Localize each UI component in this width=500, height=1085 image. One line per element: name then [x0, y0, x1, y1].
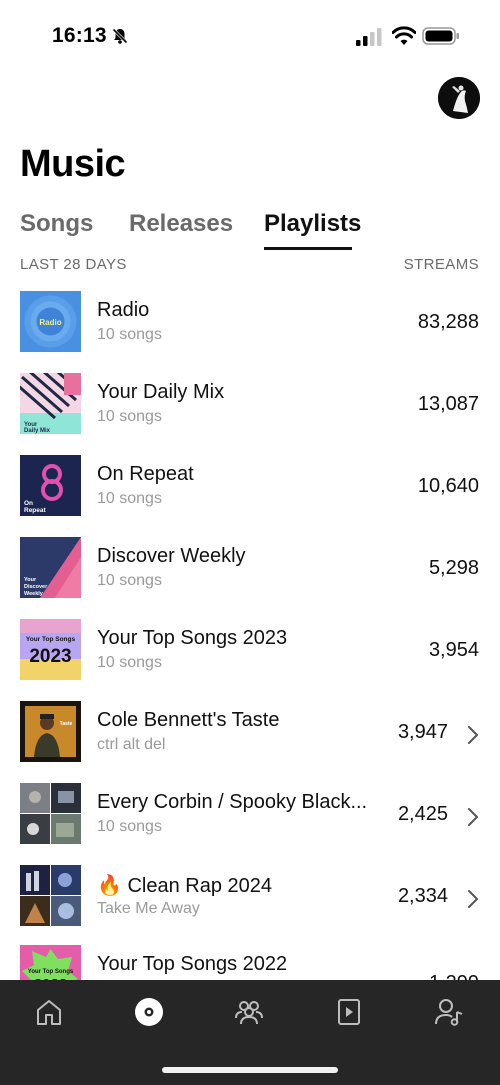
playlist-row[interactable]: 🔥 Clean Rap 2024 Take Me Away 2,334: [0, 862, 500, 928]
home-icon[interactable]: [33, 996, 65, 1028]
playlist-title: Radio: [97, 299, 150, 321]
chevron-right-icon[interactable]: [466, 725, 480, 745]
playlist-streams: 83,288: [417, 311, 479, 333]
artist-profile-icon[interactable]: [433, 996, 465, 1028]
playlist-cover: Your Top Songs 2023: [20, 619, 81, 680]
wifi-icon: [392, 26, 416, 45]
playlist-cover: Taste: [20, 701, 81, 762]
svg-text:Repeat: Repeat: [24, 507, 47, 514]
playlist-streams: 2,334: [397, 885, 448, 907]
chevron-right-icon[interactable]: [466, 807, 480, 827]
playlist-title: Discover Weekly: [97, 545, 246, 567]
playlist-streams: 3,947: [397, 721, 448, 743]
status-bar: 16:13: [0, 0, 500, 70]
svg-text:Weekly: Weekly: [24, 591, 44, 597]
active-tab-indicator: [264, 247, 352, 250]
page-title: Music: [20, 143, 126, 185]
tab-songs[interactable]: Songs: [20, 210, 93, 238]
playlist-row[interactable]: Your Daily Mix Your Daily Mix 10 songs 1…: [0, 370, 500, 436]
cover-label: Radio: [39, 318, 61, 327]
svg-text:Discover: Discover: [24, 584, 48, 590]
playlist-row[interactable]: On Repeat On Repeat 10 songs 10,640: [0, 452, 500, 518]
avatar-image: [438, 77, 480, 119]
svg-text:2023: 2023: [29, 646, 71, 667]
playlist-subtitle: 10 songs: [97, 818, 162, 835]
playlist-title: Your Daily Mix: [97, 381, 225, 403]
playlist-title: Your Top Songs 2023: [97, 627, 288, 649]
playlist-streams: 5,298: [428, 557, 479, 579]
playlist-cover: On Repeat: [20, 455, 81, 516]
profile-avatar[interactable]: [438, 77, 480, 119]
playlist-cover: [20, 865, 81, 926]
playlist-title: Your Top Songs 2022: [97, 953, 288, 975]
tab-playlists[interactable]: Playlists: [264, 210, 361, 238]
playlist-subtitle: 10 songs: [97, 408, 162, 425]
status-time: 16:13: [52, 24, 107, 47]
battery-icon: [422, 27, 459, 45]
video-play-icon[interactable]: [333, 996, 365, 1028]
bell-slash-icon: [112, 28, 128, 44]
svg-text:Your Top Songs: Your Top Songs: [28, 969, 74, 975]
svg-text:Your Top Songs: Your Top Songs: [26, 636, 76, 643]
playlist-subtitle: ctrl alt del: [97, 736, 166, 753]
chevron-right-icon[interactable]: [466, 889, 480, 909]
playlist-title: Every Corbin / Spooky Black...: [97, 791, 368, 813]
svg-text:Taste: Taste: [60, 721, 73, 727]
playlist-subtitle: 10 songs: [97, 490, 162, 507]
playlist-cover: Your Discover Weekly: [20, 537, 81, 598]
playlist-row[interactable]: Your Top Songs 2023 Your Top Songs 2023 …: [0, 616, 500, 682]
playlist-title: Cole Bennett's Taste: [97, 709, 280, 731]
playlist-subtitle: 10 songs: [97, 572, 162, 589]
bottom-tab-bar: [0, 980, 500, 1085]
streams-header: STREAMS: [403, 256, 479, 273]
playlist-title: On Repeat: [97, 463, 194, 485]
cellular-signal-icon: [356, 28, 382, 46]
tab-releases[interactable]: Releases: [129, 210, 233, 238]
playlist-streams: 2,425: [397, 803, 448, 825]
playlist-title: 🔥 Clean Rap 2024: [97, 875, 273, 897]
playlist-cover: [20, 783, 81, 844]
playlist-row[interactable]: Every Corbin / Spooky Black... 10 songs …: [0, 780, 500, 846]
playlist-row[interactable]: Taste Cole Bennett's Taste ctrl alt del …: [0, 698, 500, 764]
music-disc-icon[interactable]: [133, 996, 165, 1028]
playlist-streams: 13,087: [417, 393, 479, 415]
playlist-subtitle: Take Me Away: [97, 900, 200, 917]
svg-text:Daily Mix: Daily Mix: [24, 428, 51, 434]
audience-icon[interactable]: [233, 996, 265, 1028]
playlist-cover: Radio: [20, 291, 81, 352]
playlist-cover: Your Daily Mix: [20, 373, 81, 434]
playlist-row[interactable]: Radio Radio 10 songs 83,288: [0, 288, 500, 354]
playlist-subtitle: 10 songs: [97, 326, 162, 343]
home-indicator: [162, 1067, 338, 1073]
playlist-streams: 3,954: [428, 639, 479, 661]
svg-text:Your: Your: [24, 577, 37, 583]
playlist-streams: 10,640: [417, 475, 479, 497]
playlist-subtitle: 10 songs: [97, 654, 162, 671]
period-header: LAST 28 DAYS: [20, 256, 127, 273]
svg-text:On: On: [24, 500, 33, 507]
playlist-row[interactable]: Your Discover Weekly Discover Weekly 10 …: [0, 534, 500, 600]
